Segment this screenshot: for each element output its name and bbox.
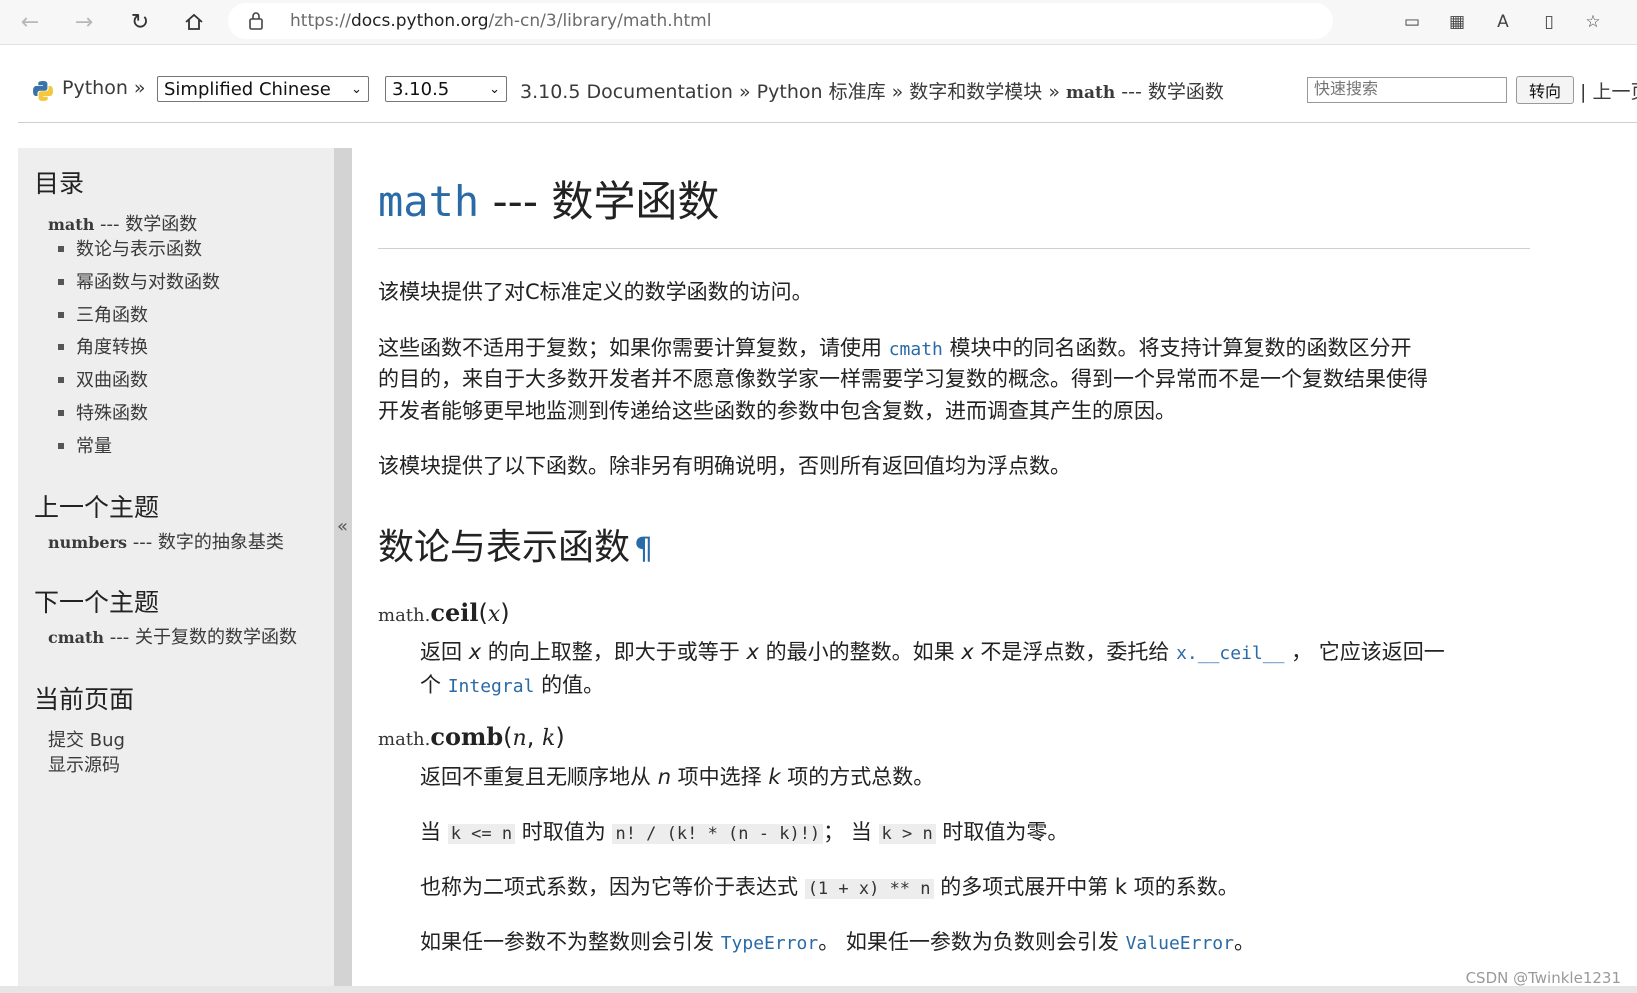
cmath-link[interactable]: cmath [889, 339, 943, 360]
next-topic-heading: 下一个主题 [34, 588, 160, 617]
read-aloud-icon[interactable]: A [1490, 10, 1516, 34]
immersive-reader-icon[interactable]: ▯ [1536, 10, 1562, 34]
toc-item[interactable]: 特殊函数 [76, 399, 148, 425]
comb-signature: math.comb(n, k) [378, 722, 565, 751]
title-divider [378, 248, 1530, 249]
prev-topic-link[interactable]: numbers --- 数字的抽象基类 [48, 528, 284, 554]
valueerror-link[interactable]: ValueError [1126, 933, 1234, 954]
ceil-desc-line1: 返回 x 的向上取整，即大于或等于 x 的最小的整数。如果 x 不是浮点数，委托… [420, 640, 1445, 664]
toc-heading: 目录 [34, 169, 85, 198]
permalink-icon[interactable]: ¶ [634, 532, 653, 567]
breadcrumb-numeric[interactable]: 数字和数学模块 [909, 81, 1042, 103]
url-text: https://docs.python.org/zh-cn/3/library/… [290, 11, 712, 31]
complex-note-line1: 这些函数不适用于复数；如果你需要计算复数，请使用 cmath 模块中的同名函数。… [378, 336, 1412, 360]
toc-item[interactable]: 常量 [76, 432, 112, 458]
reload-icon[interactable]: ↻ [124, 6, 156, 38]
lock-icon [248, 11, 266, 31]
page-title: math --- 数学函数 [378, 177, 720, 226]
forward-arrow-icon[interactable]: → [68, 6, 100, 38]
comb-desc-line2: 当 k <= n 时取值为 n! / (k! * (n - k)!)； 当 k … [420, 820, 1069, 844]
search-go-button[interactable]: 转向 [1516, 76, 1574, 104]
bullet [58, 443, 64, 449]
show-source-link[interactable]: 显示源码 [48, 751, 120, 777]
toc-item[interactable]: 三角函数 [76, 301, 148, 327]
complex-note-line3: 开发者能够更早地监测到传递给这些函数的参数中包含复数，进而调查其产生的原因。 [378, 399, 1176, 423]
collapse-chevron-icon: « [337, 516, 349, 537]
language-select[interactable]: Simplified Chinese ⌄ [157, 76, 369, 102]
breadcrumb-stdlib[interactable]: Python 标准库 [757, 81, 886, 103]
section-heading: 数论与表示函数 ¶ [378, 527, 654, 568]
bullet [58, 279, 64, 285]
chevron-down-icon: ⌄ [351, 81, 362, 97]
toc-top-link[interactable]: math --- 数学函数 [48, 210, 197, 236]
toc-item[interactable]: 角度转换 [76, 333, 148, 359]
back-arrow-icon[interactable]: ← [14, 6, 46, 38]
bullet [58, 344, 64, 350]
prev-page-link[interactable]: | 上一页 [1580, 77, 1637, 104]
home-icon[interactable] [178, 6, 210, 38]
next-topic-link[interactable]: cmath --- 关于复数的数学函数 [48, 623, 297, 649]
return-note-paragraph: 该模块提供了以下函数。除非另有明确说明，否则所有返回值均为浮点数。 [378, 454, 1071, 478]
bullet [58, 410, 64, 416]
chevron-down-icon: ⌄ [489, 81, 500, 97]
horizontal-scrollbar[interactable] [0, 986, 1637, 993]
quick-search-input[interactable] [1307, 77, 1507, 103]
ceil-signature: math.ceil(x) [378, 598, 510, 627]
toc-item[interactable]: 双曲函数 [76, 366, 148, 392]
python-home-link[interactable]: Python » [62, 77, 146, 99]
breadcrumb-docs[interactable]: 3.10.5 Documentation [520, 81, 733, 103]
bullet [58, 377, 64, 383]
ceil-dunder-link[interactable]: x.__ceil__ [1176, 643, 1284, 664]
watermark: CSDN @Twinkle1231 [1465, 969, 1621, 987]
complex-note-line2: 的目的，来自于大多数开发者并不愿意像数学家一样需要学习复数的概念。得到一个异常而… [378, 367, 1428, 391]
integral-link[interactable]: Integral [448, 676, 535, 697]
comb-desc-line1: 返回不重复且无顺序地从 n 项中选择 k 项的方式总数。 [420, 765, 935, 789]
sidebar-collapse-button[interactable]: « [334, 148, 352, 993]
apps-grid-icon[interactable]: ▦ [1444, 10, 1470, 34]
version-select[interactable]: 3.10.5 ⌄ [385, 76, 507, 102]
toc-item[interactable]: 幂函数与对数函数 [76, 268, 220, 294]
ceil-desc-line2: 个 Integral 的值。 [420, 673, 605, 697]
toc-item[interactable]: 数论与表示函数 [76, 235, 202, 261]
browser-toolbar: ← → ↻ https://docs.python.org/zh-cn/3/li… [0, 0, 1637, 45]
prev-topic-heading: 上一个主题 [34, 493, 160, 522]
address-bar[interactable]: https://docs.python.org/zh-cn/3/library/… [228, 3, 1333, 39]
breadcrumb: 3.10.5 Documentation » Python 标准库 » 数字和数… [520, 81, 1224, 103]
comb-desc-line3: 也称为二项式系数，因为它等价于表达式 (1 + x) ** n 的多项式展开中第… [420, 875, 1239, 899]
report-bug-link[interactable]: 提交 Bug [48, 726, 125, 752]
favorite-star-icon[interactable]: ☆ [1580, 10, 1606, 34]
bullet [58, 246, 64, 252]
typeerror-link[interactable]: TypeError [721, 933, 819, 954]
python-logo-icon [33, 81, 53, 101]
header-divider [18, 122, 1637, 123]
bullet [58, 312, 64, 318]
this-page-heading: 当前页面 [34, 685, 135, 714]
sidebar: 目录 math --- 数学函数 数论与表示函数 幂函数与对数函数 三角函数 角… [18, 148, 334, 993]
intro-paragraph: 该模块提供了对C标准定义的数学函数的访问。 [378, 280, 813, 304]
device-cast-icon[interactable]: ▭ [1399, 10, 1425, 34]
breadcrumb-current: math --- 数学函数 [1066, 81, 1224, 103]
comb-desc-line4: 如果任一参数不为整数则会引发 TypeError。 如果任一参数为负数则会引发 … [420, 930, 1255, 954]
